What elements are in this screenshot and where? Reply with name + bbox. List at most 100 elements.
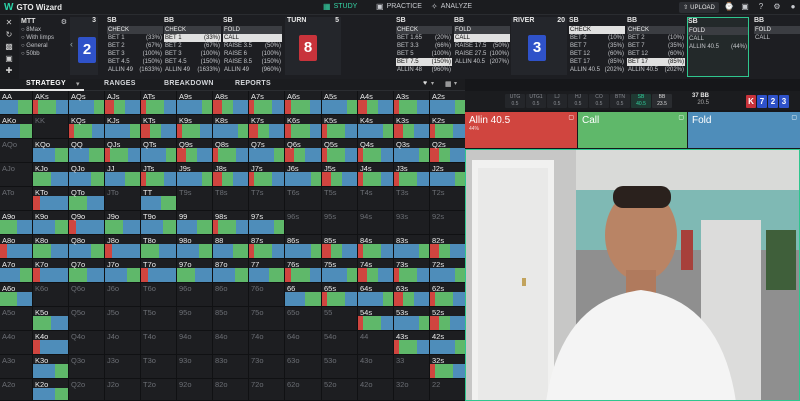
hand-cell[interactable]: AQs xyxy=(69,91,105,115)
hand-cell[interactable]: 95o xyxy=(177,307,213,331)
hand-cell[interactable]: Q2o xyxy=(69,379,105,401)
action-option[interactable]: CALL xyxy=(688,35,748,43)
action-option[interactable]: RAISE 27.5 (100%) xyxy=(454,50,510,58)
action-option[interactable]: ALLIN 49 (960%) xyxy=(223,66,282,74)
hand-cell[interactable]: 82s xyxy=(430,235,466,259)
hand-cell[interactable]: AKo xyxy=(0,115,33,139)
hand-cell[interactable]: T9o xyxy=(141,211,177,235)
action-column-8[interactable]: BB FOLD CALL xyxy=(754,17,800,42)
hand-cell[interactable]: 94s xyxy=(358,211,394,235)
hand-cell[interactable]: K3o xyxy=(33,355,69,379)
action-call[interactable]: Call ▢ xyxy=(578,112,687,148)
hand-cell[interactable]: K8o xyxy=(33,235,69,259)
action-option[interactable]: CHECK xyxy=(164,26,221,34)
hand-cell[interactable]: 86o xyxy=(213,283,249,307)
hand-cell[interactable]: KJo xyxy=(33,163,69,187)
hand-cell[interactable]: K9s xyxy=(177,115,213,139)
hand-cell[interactable]: 64o xyxy=(285,331,322,355)
hand-cell[interactable]: ATo xyxy=(0,187,33,211)
hand-cell[interactable]: AA xyxy=(0,91,33,115)
hand-cell[interactable]: 52o xyxy=(322,379,358,401)
hand-cell[interactable]: 77 xyxy=(249,259,285,283)
hand-cell[interactable]: 62s xyxy=(430,283,466,307)
hand-cell[interactable]: 98s xyxy=(213,211,249,235)
action-column-6[interactable]: BB CHECK BET 2 (10%) BET 7 (35%) BET 12 (60%) BE… xyxy=(627,17,685,74)
hand-cell[interactable]: K5s xyxy=(322,115,358,139)
hand-cell[interactable]: Q5o xyxy=(69,307,105,331)
hand-cell[interactable]: KTs xyxy=(141,115,177,139)
hand-cell[interactable]: Q7s xyxy=(249,139,285,163)
hand-cell[interactable]: 33 xyxy=(394,355,430,379)
hand-cell[interactable]: 85s xyxy=(322,235,358,259)
expand-icon[interactable]: ▢ xyxy=(568,114,574,121)
hand-cell[interactable]: Q4o xyxy=(69,331,105,355)
action-option[interactable]: CHECK xyxy=(569,26,625,34)
action-fold[interactable]: Fold ▢ xyxy=(688,112,800,148)
action-option[interactable]: ALLIN 49 (1633%) xyxy=(107,66,163,74)
action-option[interactable]: BET 7 (35%) xyxy=(569,42,625,50)
hand-cell[interactable]: 76s xyxy=(285,259,322,283)
action-option[interactable]: BET 12 (60%) xyxy=(627,50,685,58)
hand-cell[interactable]: 54s xyxy=(358,307,394,331)
hand-cell[interactable]: 88 xyxy=(213,235,249,259)
hand-cell[interactable]: Q3s xyxy=(394,139,430,163)
hand-cell[interactable]: KQo xyxy=(33,139,69,163)
action-column-2[interactable]: SB FOLD CALL RAISE 3.5 (50%) RAISE 6 (100%) RAI… xyxy=(223,17,282,74)
hand-cell[interactable]: 54o xyxy=(322,331,358,355)
hand-cell[interactable]: 87o xyxy=(213,259,249,283)
hand-cell[interactable]: 82o xyxy=(213,379,249,401)
hand-cell[interactable]: J8o xyxy=(105,235,141,259)
position-sb[interactable]: SB 40.5 xyxy=(631,94,651,108)
hand-cell[interactable]: T7o xyxy=(141,259,177,283)
hand-cell[interactable]: QTs xyxy=(141,139,177,163)
hand-cell[interactable]: K5o xyxy=(33,307,69,331)
hand-cell[interactable]: J2o xyxy=(105,379,141,401)
expand-icon[interactable]: ▢ xyxy=(678,114,684,121)
hand-cell[interactable]: K6s xyxy=(285,115,322,139)
hand-cell[interactable]: 94o xyxy=(177,331,213,355)
hand-cell[interactable]: Q9o xyxy=(69,211,105,235)
hand-cell[interactable]: A5o xyxy=(0,307,33,331)
hand-cell[interactable]: J5o xyxy=(105,307,141,331)
hand-cell[interactable]: JTs xyxy=(141,163,177,187)
hand-cell[interactable]: Q3o xyxy=(69,355,105,379)
hand-cell[interactable]: QQ xyxy=(69,139,105,163)
action-option[interactable]: BET 1 (33%) xyxy=(164,34,221,42)
hand-cell[interactable]: 42o xyxy=(358,379,394,401)
hand-cell[interactable]: K3s xyxy=(394,115,430,139)
hand-cell[interactable]: K7o xyxy=(33,259,69,283)
hand-cell[interactable]: T7s xyxy=(249,187,285,211)
hand-cell[interactable]: Q6s xyxy=(285,139,322,163)
hand-cell[interactable]: 87s xyxy=(249,235,285,259)
chevron-down-icon[interactable]: ▾ xyxy=(76,80,80,88)
hand-cell[interactable]: KQs xyxy=(69,115,105,139)
hand-cell[interactable]: Q4s xyxy=(358,139,394,163)
hand-cell[interactable]: 22 xyxy=(430,379,466,401)
action-option[interactable]: BET 1 (33%) xyxy=(107,34,163,42)
action-option[interactable]: ALLIN 40.5 (207%) xyxy=(454,58,510,66)
hand-cell[interactable]: K6o xyxy=(33,283,69,307)
hand-cell[interactable]: T6s xyxy=(285,187,322,211)
chevron-left-icon[interactable]: ‹ xyxy=(70,39,73,49)
hand-cell[interactable]: 65o xyxy=(285,307,322,331)
action-option[interactable]: FOLD xyxy=(754,26,800,34)
hand-cell[interactable]: 97s xyxy=(249,211,285,235)
action-option[interactable]: CALL xyxy=(454,34,510,42)
hand-cell[interactable]: T4o xyxy=(141,331,177,355)
hand-cell[interactable]: 43o xyxy=(358,355,394,379)
save-icon[interactable]: ▩ xyxy=(4,42,14,52)
hand-cell[interactable]: T2s xyxy=(430,187,466,211)
action-option[interactable]: RAISE 3.5 (50%) xyxy=(223,42,282,50)
hand-cell[interactable]: 83o xyxy=(213,355,249,379)
hand-cell[interactable]: J5s xyxy=(322,163,358,187)
hand-cell[interactable]: J8s xyxy=(213,163,249,187)
hand-cell[interactable]: Q5s xyxy=(322,139,358,163)
tab-breakdown[interactable]: BREAKDOWN xyxy=(164,80,214,87)
close-icon[interactable]: ✕ xyxy=(4,18,14,28)
action-option[interactable]: BET 7.5 (150%) xyxy=(396,58,452,66)
hand-cell[interactable]: J6o xyxy=(105,283,141,307)
action-option[interactable]: CALL xyxy=(754,34,800,42)
hand-cell[interactable]: T5s xyxy=(322,187,358,211)
action-option[interactable]: BET 4.5 (150%) xyxy=(107,58,163,66)
hand-cell[interactable]: 64s xyxy=(358,283,394,307)
